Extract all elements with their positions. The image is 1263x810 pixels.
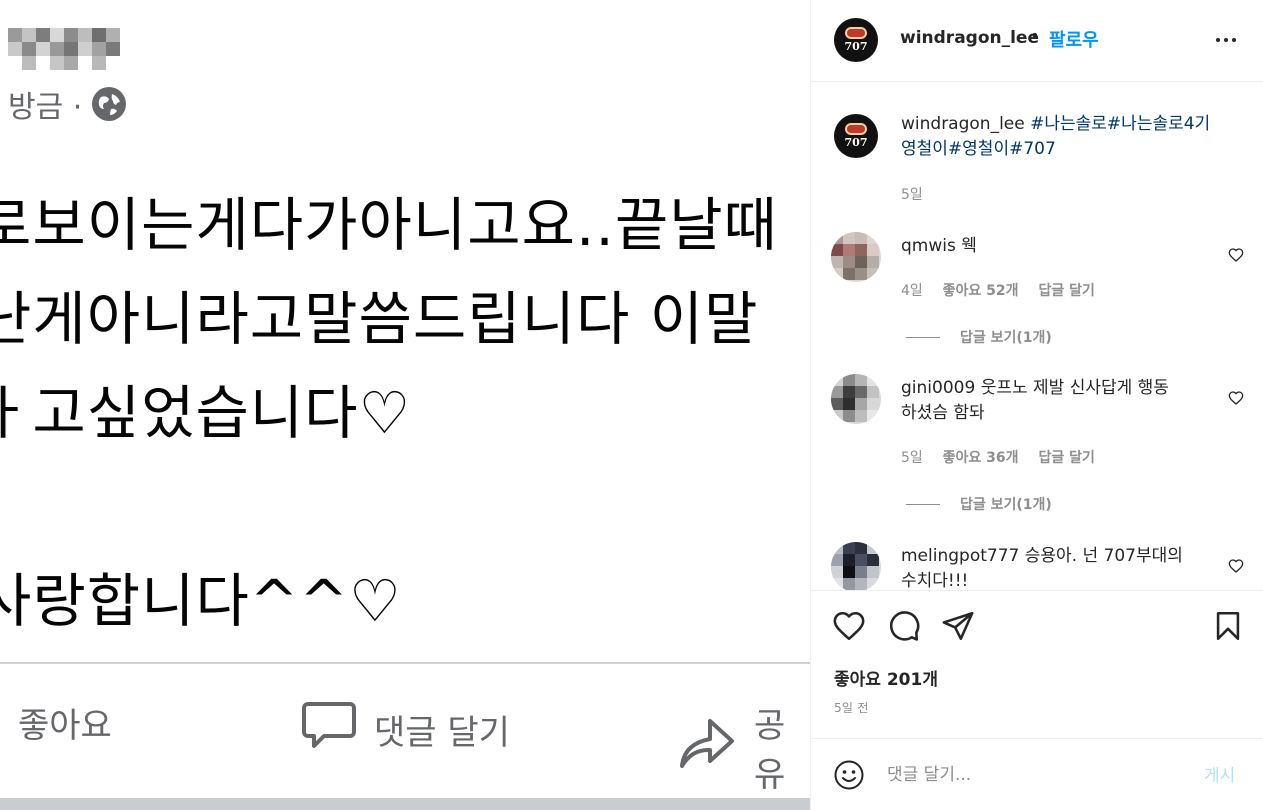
comments-list[interactable]: 707 windragon_lee #나는솔로#나는솔로4기 영철이#영철이#7… [811,82,1263,590]
caption-time[interactable]: 5일 [901,187,923,203]
post-body-line: ㅏ고싶었습니다♡ [0,379,412,447]
post-side-panel: 707 windragon_lee • 팔로우 707 windragon_le… [810,0,1263,810]
avatar-logo: 707 [834,18,878,62]
more-options-icon[interactable] [1213,27,1239,53]
post-actions: 좋아요 201개 5일 전 [811,590,1263,738]
comment-text: qmwis 웩 [901,234,1221,259]
comment-body: 웩 [961,236,977,256]
replies-line [906,336,940,338]
avatar-number: 707 [844,136,868,149]
view-replies[interactable]: 답글 보기(1개) [906,494,1052,514]
post-body-line [0,460,778,554]
send-icon[interactable] [941,609,975,643]
reply-button[interactable]: 답글 달기 [1038,450,1094,466]
follow-button[interactable]: 팔로우 [1049,26,1099,52]
caption-hashtags[interactable]: #나는솔로#나는솔로4기 [1030,114,1210,134]
separator-dot: • [1030,26,1040,45]
comment-username-link[interactable]: melingpot777 [901,546,1019,566]
reply-button[interactable]: 답글 달기 [1038,283,1094,299]
post-body-line: 난게아니라고말씀드립니다 이말 [0,285,759,353]
divider [0,662,810,664]
fb-action-bar: 좋아요 댓글 달기 공유 [0,680,810,795]
view-replies[interactable]: 답글 보기(1개) [906,327,1052,347]
fb-bottom-strip [0,798,810,810]
comment-body: 웃프노 제발 신사답게 행동 [980,378,1169,398]
avatar-number: 707 [844,40,868,53]
comment-heart-icon[interactable] [1228,247,1244,263]
tiger-emblem-icon [845,123,867,135]
comment-time[interactable]: 5일 [901,450,923,466]
comment-meta: 4일 좋아요 52개 답글 달기 [901,280,1110,300]
fb-like-action: 좋아요 [0,698,112,747]
comment-input[interactable] [887,759,1187,791]
avatar-logo: 707 [834,114,878,158]
blurred-author-name [8,22,130,70]
blurred-avatar[interactable] [831,374,881,424]
comment-heart-icon[interactable] [1228,390,1244,406]
comment-likes[interactable]: 좋아요 36개 [943,450,1019,466]
bookmark-icon[interactable] [1211,609,1245,643]
add-comment-bar: 게시 [811,738,1263,810]
post-meta: 방금 · [8,82,127,126]
avatar[interactable]: 707 [834,18,878,62]
comment-likes[interactable]: 좋아요 52개 [943,283,1019,299]
post-body-text: 로보이는게다가아니고요..끝날때 난게아니라고말씀드립니다 이말 ㅏ고싶었습니다♡ … [0,178,778,648]
comment-body: 수치다!!! [901,571,969,590]
share-arrow-icon [680,717,736,778]
blurred-avatar[interactable] [831,232,881,282]
comment-meta: 5일 좋아요 36개 답글 달기 [901,447,1110,467]
post-body-line: 로보이는게다가아니고요..끝날때 [0,191,778,259]
view-replies-label: 답글 보기(1개) [960,330,1052,346]
speech-bubble-icon [302,698,356,761]
view-replies-label: 답글 보기(1개) [960,497,1052,513]
post-body-line: 사랑합니다^^♡ [0,567,402,635]
comment-heart-icon[interactable] [1228,558,1244,574]
comment-body: 하셨슴 함돠 [901,403,985,423]
fb-comment-label: 댓글 달기 [374,713,510,753]
replies-line [906,503,940,505]
fb-comment-action: 댓글 달기 [302,698,510,761]
caption-meta: 5일 [901,184,938,204]
post-time: 방금 · [8,90,83,125]
comment-username-link[interactable]: qmwis [901,236,956,256]
comment-text: melingpot777 승용아. 넌 707부대의 수치다!!! [901,544,1221,590]
tiger-emblem-icon [845,27,867,39]
post-timestamp: 5일 전 [834,701,869,715]
heart-icon[interactable] [832,609,866,643]
comment-icon[interactable] [887,609,921,643]
blurred-avatar[interactable] [831,542,881,590]
fb-share-label: 공유 [754,706,786,795]
caption-hashtags[interactable]: 영철이#영철이#707 [901,139,1056,159]
avatar[interactable]: 707 [834,114,878,158]
globe-icon [92,87,127,121]
caption-username-link[interactable]: windragon_lee [901,114,1025,134]
comment-username-link[interactable]: gini0009 [901,378,975,398]
header-username-link[interactable]: windragon_lee [900,28,1039,48]
comment-text: gini0009 웃프노 제발 신사답게 행동 하셨슴 함돠 [901,376,1221,426]
fb-like-label: 좋아요 [18,706,112,746]
emoji-icon[interactable] [833,759,865,791]
caption: windragon_lee #나는솔로#나는솔로4기 영철이#영철이#707 [901,112,1251,162]
comment-time[interactable]: 4일 [901,283,923,299]
post-header: 707 windragon_lee • 팔로우 [811,0,1263,82]
comment-body: 승용아. 넌 707부대의 [1024,546,1183,566]
post-media: 방금 · 로보이는게다가아니고요..끝날때난게아니라고말씀드립니다 이말 ㅏ고싶었… [0,0,810,810]
fb-share-action: 공유 [680,698,810,796]
like-count[interactable]: 좋아요 201개 [834,665,938,690]
post-comment-button[interactable]: 게시 [1204,761,1235,786]
